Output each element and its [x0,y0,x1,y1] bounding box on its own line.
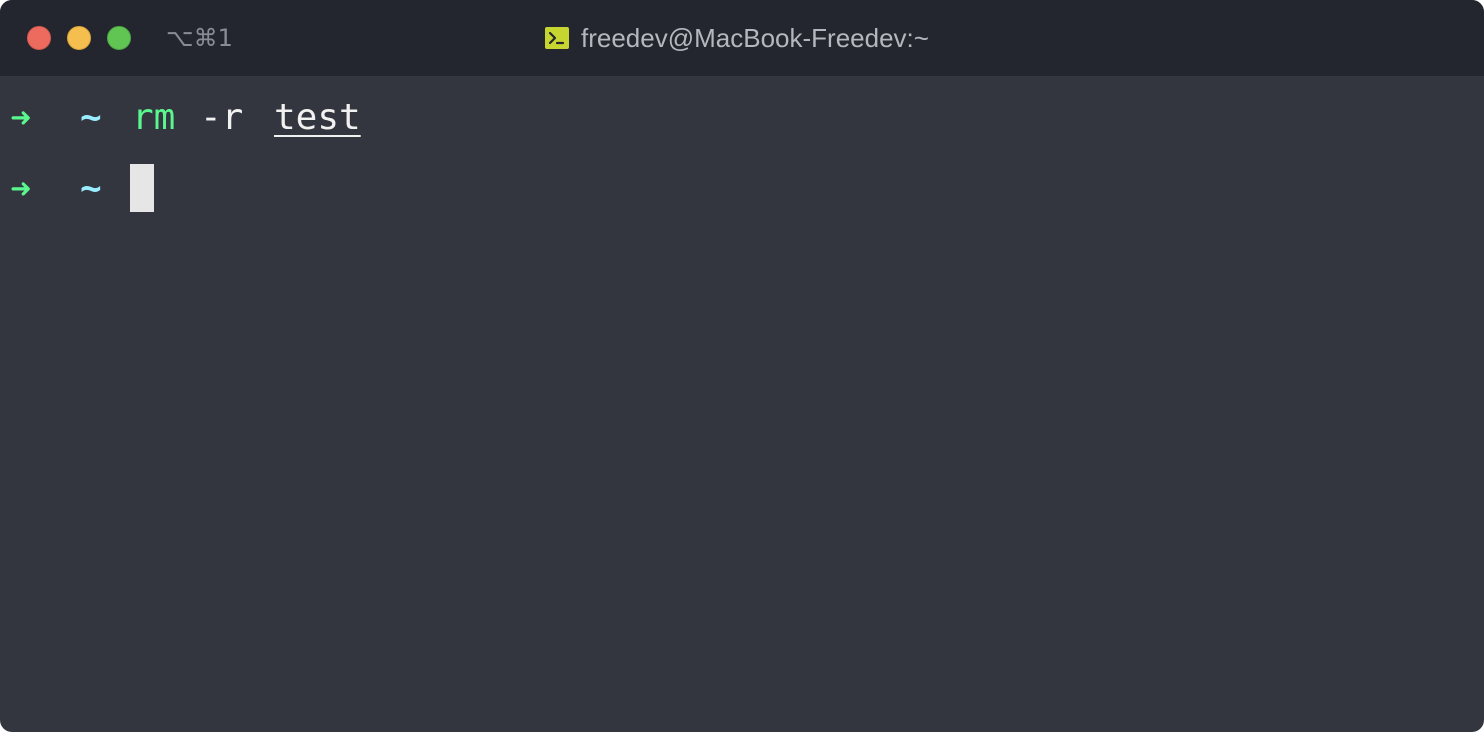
terminal-icon [545,27,569,49]
zoom-button[interactable] [107,26,131,50]
window-title-group: freedev@MacBook-Freedev:~ [545,20,929,56]
prompt-arrow-icon: ➜ [10,174,32,204]
minimize-button[interactable] [67,26,91,50]
terminal-line: ➜ ~ [10,164,154,214]
title-bar[interactable]: ⌥⌘1 freedev@MacBook-Freedev:~ [0,0,1484,76]
terminal-line: ➜ ~ rm -r test [10,93,361,143]
terminal-content[interactable]: ➜ ~ rm -r test ➜ ~ [0,76,1484,732]
prompt-directory: ~ [80,97,102,138]
prompt-arrow-icon: ➜ [10,103,32,133]
prompt-directory: ~ [80,168,102,209]
close-button[interactable] [27,26,51,50]
command-argument: test [274,97,361,138]
terminal-window: ⌥⌘1 freedev@MacBook-Freedev:~ ➜ ~ rm -r … [0,0,1484,732]
command-name: rm [132,97,176,138]
text-cursor[interactable] [130,164,154,212]
tab-shortcut-label: ⌥⌘1 [166,24,233,52]
window-title: freedev@MacBook-Freedev:~ [581,23,929,53]
command-flag: -r [200,97,244,138]
